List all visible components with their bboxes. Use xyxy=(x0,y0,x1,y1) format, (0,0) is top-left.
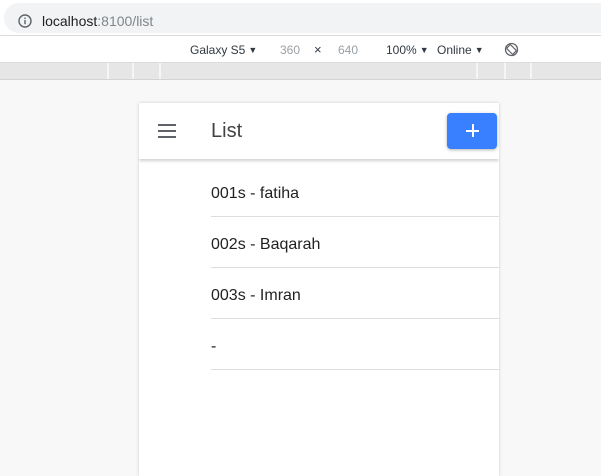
menu-icon[interactable] xyxy=(158,124,176,138)
device-select-label: Galaxy S5 xyxy=(190,43,246,57)
list-divider xyxy=(211,369,499,370)
zoom-select-label: 100% xyxy=(386,43,417,57)
ruler-tick xyxy=(107,63,109,79)
viewport-width[interactable]: 360 xyxy=(280,43,300,57)
app-header: List xyxy=(139,103,499,159)
url-path: :8100/list xyxy=(97,13,154,29)
add-button[interactable] xyxy=(447,113,497,149)
chevron-down-icon: ▼ xyxy=(474,45,484,55)
list-item[interactable]: 001s - fatiha xyxy=(139,166,499,217)
viewport-height[interactable]: 640 xyxy=(338,43,358,57)
chevron-down-icon: ▼ xyxy=(248,45,258,55)
rotate-icon[interactable] xyxy=(504,42,519,57)
list-item-label: 003s - Imran xyxy=(211,287,301,304)
ruler-tick xyxy=(504,63,506,79)
url-text[interactable]: localhost:8100/list xyxy=(42,13,153,29)
menu-icon-bar xyxy=(158,130,176,132)
ruler-tick xyxy=(530,63,532,79)
zoom-select[interactable]: 100% ▼ xyxy=(386,43,429,57)
page-title: List xyxy=(211,120,243,142)
menu-icon-bar xyxy=(158,124,176,126)
dimension-separator: × xyxy=(314,42,322,57)
list-item-label: 002s - Baqarah xyxy=(211,236,321,253)
network-throttle-select[interactable]: Online ▼ xyxy=(437,43,484,57)
media-query-ruler[interactable] xyxy=(0,63,601,80)
ruler-tick xyxy=(159,63,161,79)
network-select-label: Online xyxy=(437,43,472,57)
plus-icon xyxy=(466,124,479,137)
chevron-down-icon: ▼ xyxy=(419,45,429,55)
browser-address-bar: localhost:8100/list xyxy=(0,0,601,35)
ruler-tick xyxy=(132,63,134,79)
list-item[interactable]: 002s - Baqarah xyxy=(139,217,499,268)
device-select[interactable]: Galaxy S5 ▼ xyxy=(190,43,257,57)
ruler-tick xyxy=(476,63,478,79)
info-icon[interactable] xyxy=(18,14,32,28)
list-item[interactable]: - xyxy=(139,319,499,370)
menu-icon-bar xyxy=(158,136,176,138)
item-list: 001s - fatiha 002s - Baqarah 003s - Imra… xyxy=(139,166,499,370)
device-toolbar: Galaxy S5 ▼ 360 × 640 100% ▼ Online ▼ xyxy=(0,35,601,63)
list-item-label: 001s - fatiha xyxy=(211,185,300,202)
list-item[interactable]: 003s - Imran xyxy=(139,268,499,319)
device-viewport: List 001s - fatiha 002s - Baqarah 003s -… xyxy=(139,103,499,476)
omnibox[interactable]: localhost:8100/list xyxy=(4,3,601,33)
url-host: localhost xyxy=(42,13,98,29)
list-item-label: - xyxy=(211,338,217,355)
